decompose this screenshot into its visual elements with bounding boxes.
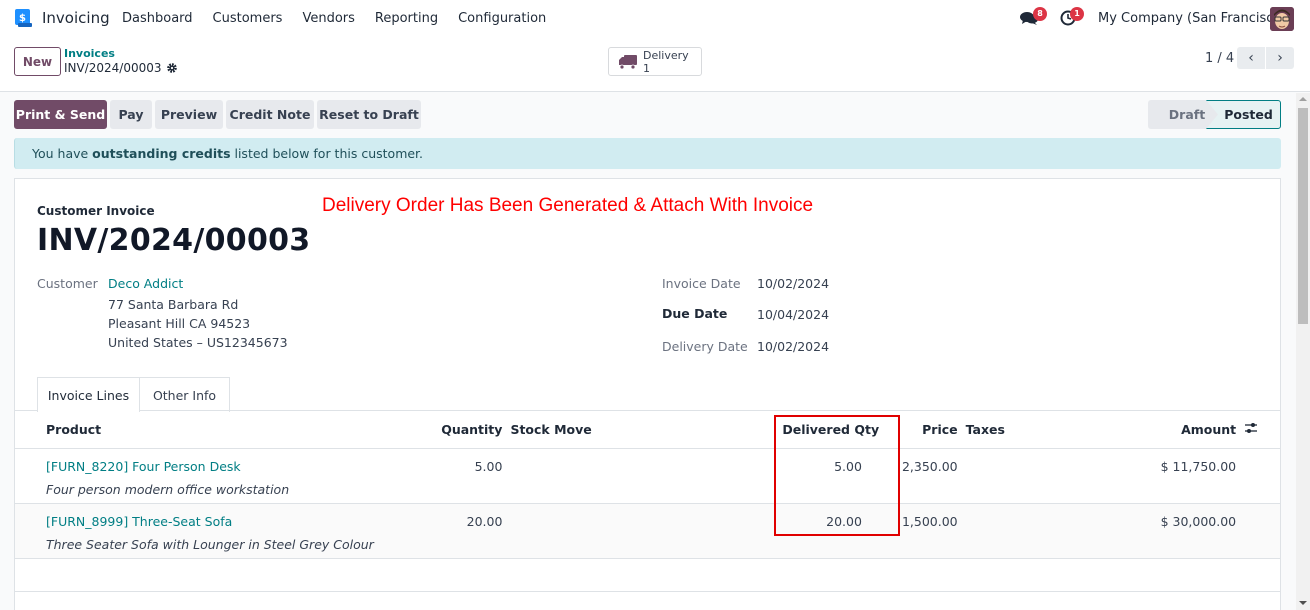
delivery-count: 1 [643, 62, 650, 75]
cell-stock-move [506, 503, 779, 559]
cell-delivered-qty: 5.00 [778, 448, 898, 504]
customer-link[interactable]: Deco Addict [108, 276, 183, 291]
delivery-smart-button[interactable]: Delivery 1 [608, 47, 702, 76]
status-draft[interactable]: Draft [1148, 100, 1218, 129]
chevron-right-icon: › [1277, 50, 1283, 66]
gear-icon[interactable] [166, 62, 178, 74]
scroll-thumb[interactable] [1298, 108, 1308, 324]
breadcrumb-invoices[interactable]: Invoices [64, 47, 115, 60]
table-row[interactable]: [FURN_8999] Three-Seat Sofa Three Seater… [15, 503, 1280, 559]
invoicing-app-icon[interactable]: $ [14, 9, 32, 27]
product-link[interactable]: [FURN_8999] Three-Seat Sofa [46, 514, 232, 529]
messages-badge: 8 [1033, 7, 1047, 21]
col-taxes[interactable]: Taxes [961, 412, 1081, 449]
activities-badge: 1 [1070, 7, 1084, 21]
preview-button[interactable]: Preview [155, 100, 223, 129]
credit-note-button[interactable]: Credit Note [226, 100, 314, 129]
cell-amount: $ 30,000.00 [1080, 503, 1241, 559]
cell-quantity: 20.00 [437, 503, 507, 559]
menu-configuration[interactable]: Configuration [458, 11, 546, 26]
cell-stock-move [506, 448, 779, 504]
scroll-down-arrow-icon[interactable] [1299, 601, 1307, 605]
product-description: Three Seater Sofa with Lounger in Steel … [46, 536, 374, 552]
cell-quantity: 5.00 [437, 448, 507, 504]
address-line-3: United States – US12345673 [108, 335, 288, 350]
cell-empty [1240, 448, 1280, 504]
address-line-1: 77 Santa Barbara Rd [108, 297, 239, 312]
company-switcher[interactable]: My Company (San Francisco) [1098, 11, 1286, 26]
pager-next-button[interactable]: › [1266, 47, 1294, 69]
col-product[interactable]: Product [15, 412, 438, 449]
product-description: Four person modern office workstation [46, 481, 290, 497]
empty-row [15, 558, 1280, 592]
cell-taxes [961, 448, 1081, 504]
address-line-2: Pleasant Hill CA 94523 [108, 316, 251, 331]
app-name[interactable]: Invoicing [42, 9, 110, 27]
table-row[interactable]: [FURN_8220] Four Person Desk Four person… [15, 448, 1280, 504]
menu-reporting[interactable]: Reporting [375, 11, 438, 26]
chevron-left-icon: ‹ [1248, 50, 1254, 66]
cell-empty [1240, 503, 1280, 559]
top-navbar: $ Invoicing Dashboard Customers Vendors … [0, 0, 1310, 37]
cell-taxes [961, 503, 1081, 559]
truck-icon [619, 55, 637, 70]
notebook-tabs: Invoice Lines Other Info [15, 377, 1280, 412]
alert-prefix: You have [32, 146, 93, 161]
due-date-label: Due Date [662, 306, 728, 321]
delivery-date-label: Delivery Date [662, 339, 748, 354]
control-panel: New Invoices INV/2024/00003 Delivery 1 1… [0, 37, 1310, 92]
col-quantity[interactable]: Quantity [437, 412, 507, 449]
print-send-button[interactable]: Print & Send [14, 100, 107, 129]
invoice-lines-table: Product Quantity Stock Move Delivered Qt… [15, 412, 1280, 592]
tab-other-info[interactable]: Other Info [140, 377, 230, 412]
pager-previous-button[interactable]: ‹ [1237, 47, 1265, 69]
cell-price: 2,350.00 [897, 448, 962, 504]
user-avatar[interactable] [1270, 7, 1294, 31]
delivery-label: Delivery [643, 49, 689, 62]
menu-vendors[interactable]: Vendors [302, 11, 354, 26]
col-stock-move[interactable]: Stock Move [506, 412, 779, 449]
breadcrumb-current-label: INV/2024/00003 [64, 61, 162, 75]
col-delivered-qty[interactable]: Delivered Qty [778, 412, 898, 449]
invoice-sheet: Customer Invoice INV/2024/00003 Delivery… [14, 178, 1281, 610]
delivery-date-value[interactable]: 10/02/2024 [757, 339, 829, 354]
page-scrollbar[interactable] [1296, 93, 1310, 610]
optional-columns-icon[interactable] [1244, 422, 1258, 434]
alert-suffix: listed below for this customer. [230, 146, 424, 161]
pager-value[interactable]: 1 / 4 [1205, 51, 1234, 66]
customer-label: Customer [37, 276, 98, 291]
cell-amount: $ 11,750.00 [1080, 448, 1241, 504]
col-optional-toggle[interactable] [1240, 412, 1280, 449]
status-bar: Draft Posted [1148, 100, 1281, 129]
due-date-value[interactable]: 10/04/2024 [757, 307, 829, 322]
annotation-text: Delivery Order Has Been Generated & Atta… [322, 195, 814, 216]
alert-bold: outstanding credits [92, 146, 231, 161]
col-price[interactable]: Price [897, 412, 962, 449]
menu-customers[interactable]: Customers [213, 11, 283, 26]
invoice-date-value[interactable]: 10/02/2024 [757, 276, 829, 291]
cell-delivered-qty: 20.00 [778, 503, 898, 559]
invoice-number: INV/2024/00003 [37, 223, 311, 258]
table-header-row: Product Quantity Stock Move Delivered Qt… [15, 412, 1280, 449]
cell-price: 1,500.00 [897, 503, 962, 559]
breadcrumb-current: INV/2024/00003 [64, 61, 178, 75]
pay-button[interactable]: Pay [110, 100, 152, 129]
svg-text:$: $ [19, 13, 26, 24]
document-type: Customer Invoice [37, 204, 155, 218]
main-menu: Dashboard Customers Vendors Reporting Co… [122, 11, 566, 26]
outstanding-credits-alert: You have outstanding credits listed belo… [14, 138, 1281, 169]
menu-dashboard[interactable]: Dashboard [122, 11, 193, 26]
new-button[interactable]: New [14, 47, 61, 76]
col-amount[interactable]: Amount [1080, 412, 1241, 449]
tab-invoice-lines[interactable]: Invoice Lines [37, 377, 140, 412]
scroll-up-arrow-icon[interactable] [1299, 97, 1307, 101]
product-link[interactable]: [FURN_8220] Four Person Desk [46, 459, 241, 474]
invoice-date-label: Invoice Date [662, 276, 741, 291]
reset-to-draft-button[interactable]: Reset to Draft [317, 100, 421, 129]
